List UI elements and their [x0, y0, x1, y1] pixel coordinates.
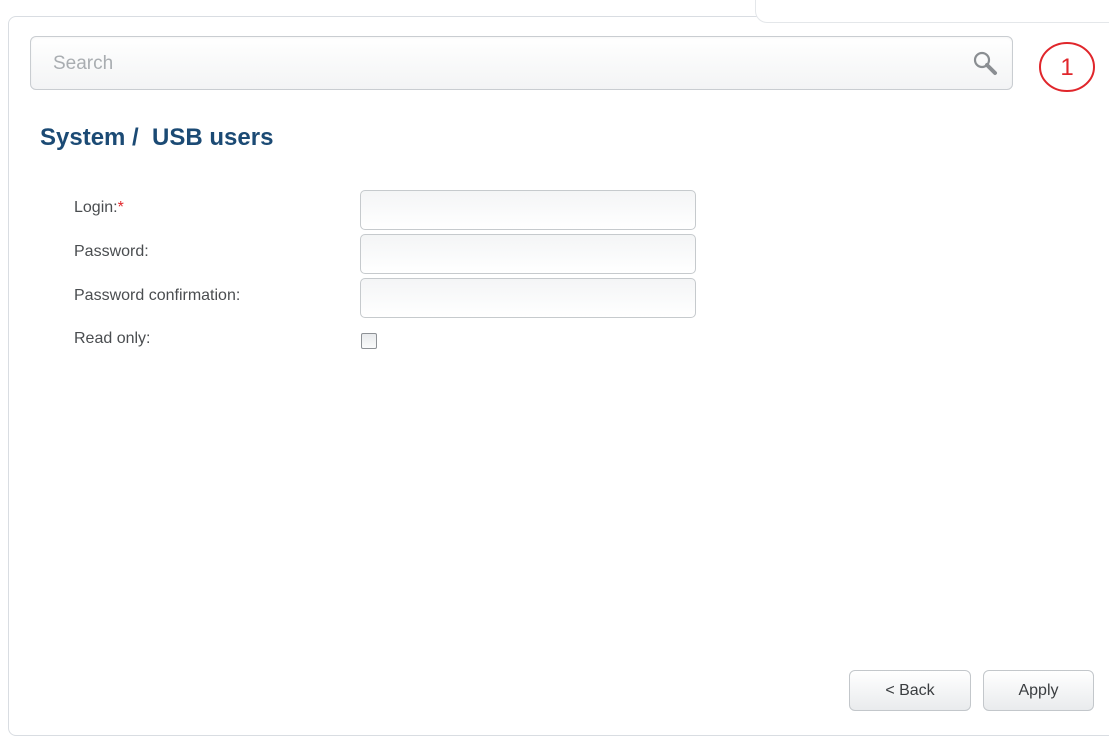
search-bar[interactable]	[30, 36, 1013, 90]
search-icon[interactable]	[971, 49, 1001, 79]
panel-tab-notch	[755, 0, 1109, 23]
callout-number: 1	[1060, 54, 1074, 81]
page-title: System / USB users	[40, 124, 274, 151]
read-only-checkbox[interactable]	[361, 333, 377, 349]
required-marker: *	[117, 199, 124, 216]
back-button[interactable]: < Back	[849, 670, 971, 711]
search-input[interactable]	[51, 49, 935, 79]
login-field[interactable]	[360, 190, 696, 230]
login-label-text: Login:	[74, 199, 118, 216]
password-label: Password:	[74, 243, 149, 260]
password-confirmation-field[interactable]	[360, 278, 696, 318]
apply-button[interactable]: Apply	[983, 670, 1094, 711]
password-field[interactable]	[360, 234, 696, 274]
read-only-label: Read only:	[74, 330, 151, 347]
password-confirmation-label: Password confirmation:	[74, 287, 241, 304]
login-label: Login:*	[74, 199, 124, 217]
